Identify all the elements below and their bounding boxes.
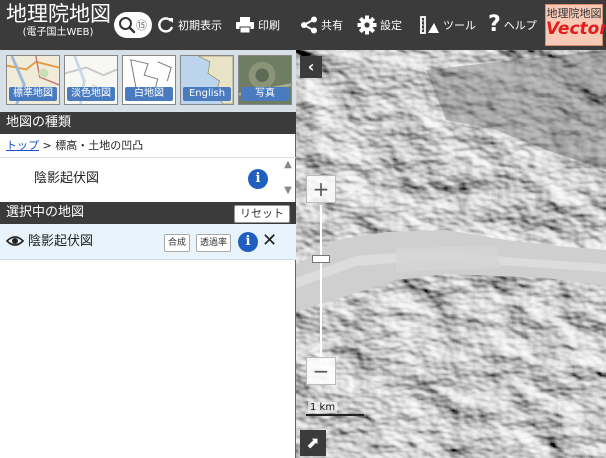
- basemap-label: 淡色地図: [67, 87, 115, 101]
- print-label: 印刷: [258, 19, 280, 32]
- breadcrumb: トップ > 標高・土地の凹凸: [0, 134, 296, 158]
- vector-map-button[interactable]: 地理院地図 Vector: [545, 4, 606, 46]
- search-button[interactable]: ⑮: [114, 12, 152, 38]
- basemap-label: English: [183, 87, 231, 101]
- scale-bar: 1 km: [306, 402, 364, 418]
- opacity-button[interactable]: 透過率: [196, 234, 232, 252]
- settings-label: 設定: [380, 19, 402, 32]
- print-button[interactable]: 印刷: [235, 14, 280, 36]
- left-panel: 標準地図 淡色地図 白地図 English 写真 地図の種類 トップ > 標高・…: [0, 50, 296, 458]
- share-button[interactable]: 共有: [300, 14, 343, 36]
- selected-layer-row[interactable]: 陰影起伏図 合成 透過率 i ✕: [0, 224, 296, 260]
- vector-top-label: 地理院地図: [546, 7, 602, 20]
- search-icon: [119, 17, 136, 34]
- zoom-in-button[interactable]: +: [306, 175, 336, 203]
- map-type-list: 陰影起伏図 i ▲ ▼: [0, 158, 296, 202]
- selected-maps-header: 選択中の地図 リセット: [0, 202, 296, 224]
- search-pin-icon: ⑮: [136, 19, 147, 32]
- basemap-label: 標準地図: [9, 87, 57, 101]
- settings-button[interactable]: 設定: [357, 14, 402, 36]
- basemap-selector: 標準地図 淡色地図 白地図 English 写真: [0, 50, 296, 112]
- basemap-label: 写真: [241, 87, 289, 101]
- vector-bottom-label: Vector: [546, 19, 606, 39]
- map-view[interactable]: ‹ + − 1 km ⬈: [296, 50, 606, 458]
- compose-button[interactable]: 合成: [164, 234, 191, 252]
- scroll-down-icon[interactable]: ▼: [282, 186, 294, 196]
- map-types-header: 地図の種類: [0, 112, 296, 134]
- logo-subtitle: (電子国土WEB): [22, 27, 94, 38]
- basemap-standard[interactable]: 標準地図: [6, 55, 60, 105]
- breadcrumb-current: > 標高・土地の凹凸: [39, 139, 144, 152]
- map-type-item-hillshade[interactable]: 陰影起伏図 i: [0, 162, 278, 196]
- zoom-slider-track[interactable]: [320, 205, 322, 363]
- basemap-label: 白地図: [125, 87, 173, 101]
- zoom-slider-handle[interactable]: [312, 255, 330, 263]
- map-type-label: 陰影起伏図: [34, 171, 100, 186]
- home-view-label: 初期表示: [178, 19, 222, 32]
- help-button[interactable]: ? ヘルプ: [488, 14, 537, 36]
- scale-label: 1 km: [308, 402, 338, 413]
- info-icon[interactable]: i: [238, 232, 258, 252]
- basemap-pale[interactable]: 淡色地図: [64, 55, 118, 105]
- help-icon: ?: [488, 12, 501, 37]
- zoom-control: + −: [306, 175, 336, 395]
- share-icon: [301, 16, 317, 34]
- tools-button[interactable]: ツール: [420, 14, 476, 36]
- basemap-blank[interactable]: 白地図: [122, 55, 176, 105]
- selected-layer-name: 陰影起伏図: [28, 234, 94, 249]
- reset-button[interactable]: リセット: [234, 205, 290, 223]
- logo-title: 地理院地図: [6, 2, 111, 26]
- arrow-expand-icon: ⬈: [306, 433, 320, 452]
- share-label: 共有: [321, 19, 343, 32]
- basemap-english[interactable]: English: [180, 55, 234, 105]
- app-logo[interactable]: 地理院地図 (電子国土WEB): [6, 2, 111, 38]
- info-icon[interactable]: i: [248, 169, 268, 189]
- home-view-button[interactable]: 初期表示: [157, 14, 222, 36]
- tools-icon: [420, 16, 439, 34]
- eye-icon[interactable]: [6, 233, 24, 249]
- hillshade-terrain: [296, 50, 606, 458]
- printer-icon: [236, 17, 254, 34]
- scroll-up-icon[interactable]: ▲: [282, 160, 294, 170]
- list-scrollbar[interactable]: ▲ ▼: [282, 160, 294, 200]
- selected-maps-title: 選択中の地図: [6, 205, 85, 220]
- help-label: ヘルプ: [503, 19, 537, 32]
- expand-map-button[interactable]: ⬈: [300, 430, 326, 456]
- app-header: 地理院地図 (電子国土WEB) ⑮ 初期表示 印刷 共有 設定 ツール ? ヘル…: [0, 0, 606, 50]
- collapse-panel-button[interactable]: ‹: [300, 56, 322, 78]
- breadcrumb-top-link[interactable]: トップ: [6, 139, 39, 152]
- tools-label: ツール: [443, 19, 476, 32]
- gear-icon: [357, 15, 377, 35]
- basemap-photo[interactable]: 写真: [238, 55, 292, 105]
- close-icon[interactable]: ✕: [262, 230, 277, 252]
- scroll-track: [282, 170, 294, 186]
- scale-line: [306, 414, 364, 416]
- zoom-out-button[interactable]: −: [306, 357, 336, 385]
- refresh-icon: [158, 17, 174, 33]
